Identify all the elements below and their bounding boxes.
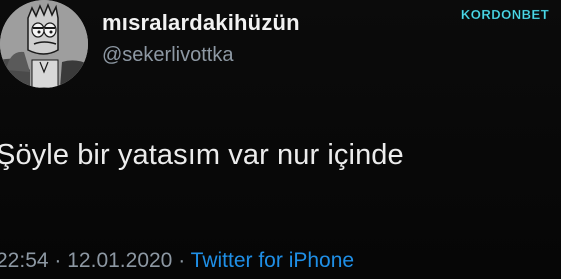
display-name[interactable]: mısralardakihüzün: [102, 10, 300, 36]
kordonbet-watermark: KORDONBET: [455, 6, 555, 22]
tweet-body: Şöyle bir yatasım var nur içinde: [0, 139, 404, 171]
meta-separator: ·: [54, 249, 62, 272]
meta-separator: ·: [178, 249, 186, 272]
watermark-logo-icon: KORDONBET: [461, 7, 549, 22]
cartoon-character-avatar-icon: [0, 0, 88, 88]
profile-avatar[interactable]: [0, 0, 88, 88]
watermark-text: KORDONBET: [461, 7, 549, 22]
tweet-meta: 22:54 · 12.01.2020 · Twitter for iPhone: [0, 249, 354, 273]
tweet-screenshot: mısralardakihüzün @sekerlivottka KORDONB…: [0, 0, 561, 279]
user-handle[interactable]: @sekerlivottka: [102, 44, 233, 67]
tweet-source-link[interactable]: Twitter for iPhone: [191, 249, 354, 272]
tweet-date: 12.01.2020: [67, 249, 173, 272]
tweet-time: 22:54: [0, 249, 49, 272]
